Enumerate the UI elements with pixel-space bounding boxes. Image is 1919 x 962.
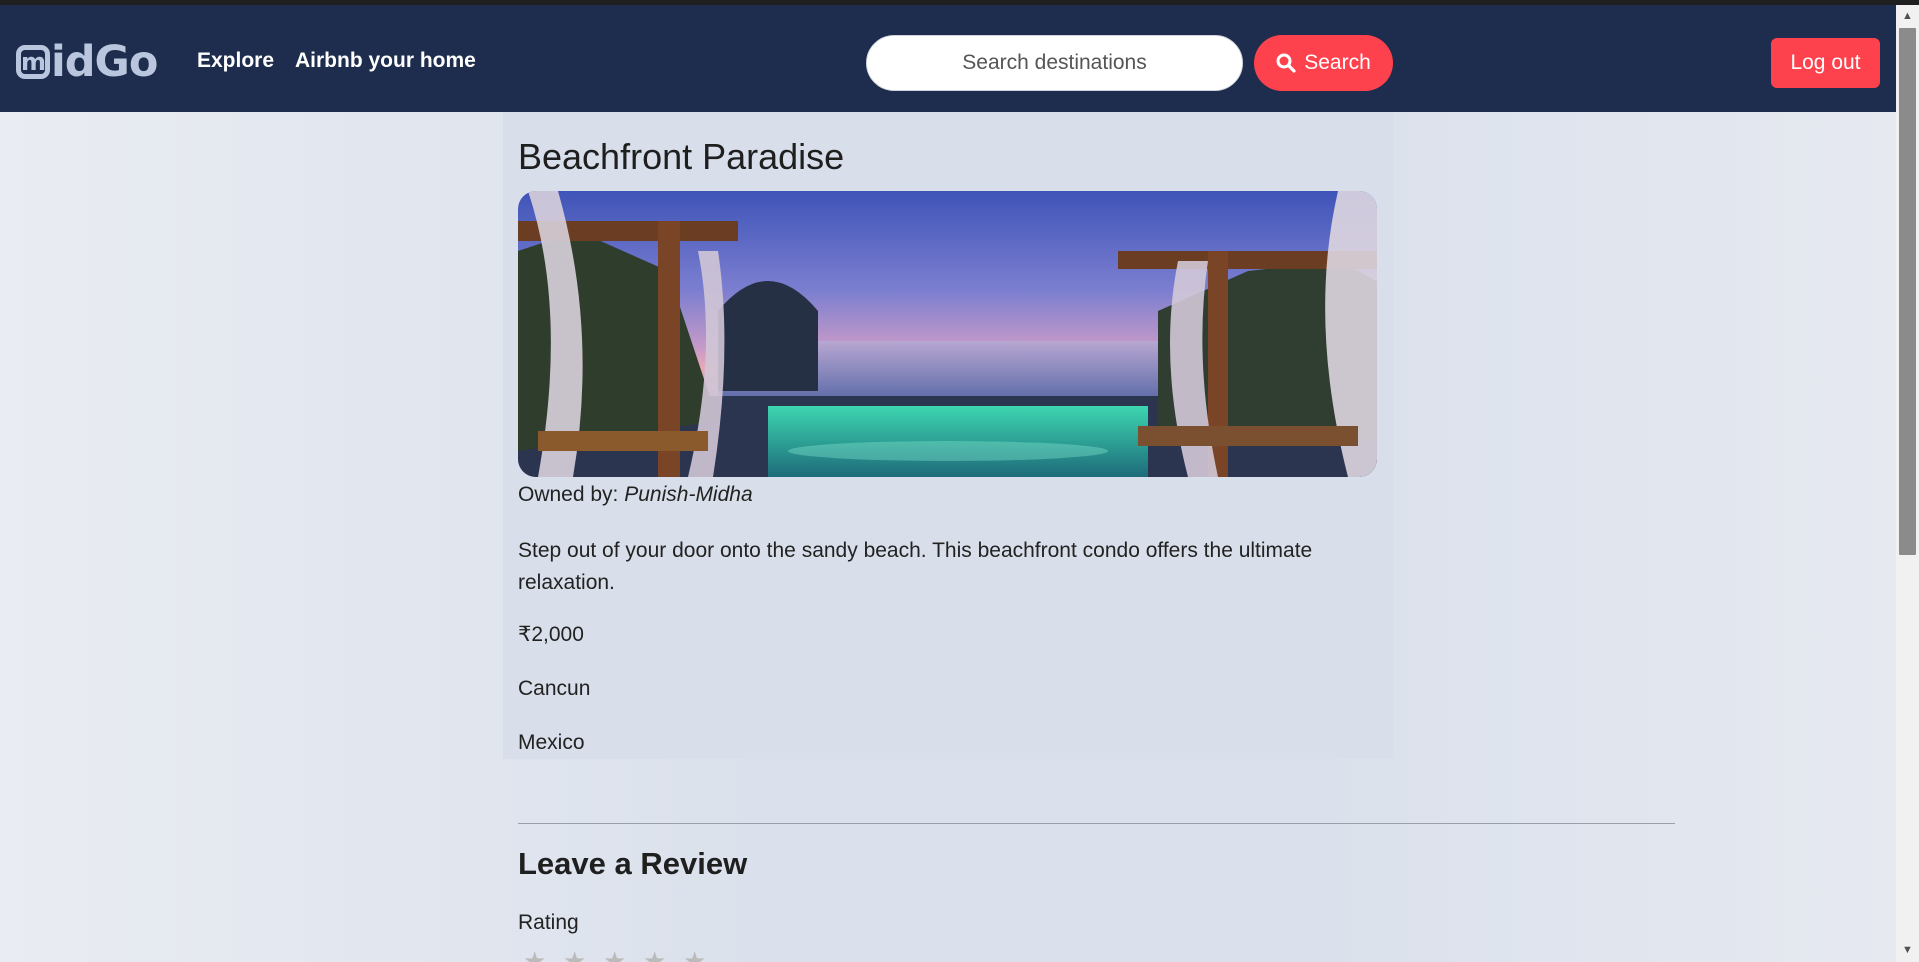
- nav-airbnb-your-home-link[interactable]: Airbnb your home: [295, 49, 476, 73]
- review-heading: Leave a Review: [518, 846, 748, 881]
- section-divider: [518, 823, 1675, 824]
- scrollbar-thumb[interactable]: [1899, 28, 1916, 555]
- listing-image: [518, 191, 1377, 477]
- rating-star-1-icon[interactable]: ★: [523, 948, 549, 962]
- logo-badge-icon: m: [16, 45, 50, 79]
- listing-country: Mexico: [518, 731, 585, 754]
- rating-stars: ★ ★ ★ ★ ★: [523, 948, 709, 962]
- listing-title: Beachfront Paradise: [518, 136, 845, 177]
- logo-text: idGo: [51, 37, 158, 87]
- rating-star-4-icon[interactable]: ★: [643, 948, 669, 962]
- rating-star-3-icon[interactable]: ★: [603, 948, 629, 962]
- listing-location: Cancun: [518, 677, 591, 700]
- logo[interactable]: m idGo: [16, 37, 158, 87]
- rating-label: Rating: [518, 911, 579, 934]
- search-destinations-input[interactable]: [866, 35, 1243, 91]
- listing-description: Step out of your door onto the sandy bea…: [518, 539, 1313, 594]
- search-icon: [1276, 53, 1296, 73]
- listing-owner: Owned by: Punish-Midha: [518, 483, 753, 507]
- scroll-down-arrow-icon[interactable]: ▼: [1899, 942, 1916, 959]
- nav-explore-link[interactable]: Explore: [197, 49, 274, 73]
- scroll-up-arrow-icon[interactable]: ▲: [1899, 8, 1916, 25]
- rating-star-5-icon[interactable]: ★: [683, 948, 709, 962]
- rating-star-2-icon[interactable]: ★: [563, 948, 589, 962]
- owner-label: Owned by:: [518, 483, 619, 506]
- logout-button[interactable]: Log out: [1771, 38, 1880, 88]
- owner-name: Punish-Midha: [624, 483, 753, 506]
- listing-price: ₹2,000: [518, 623, 584, 646]
- search-button[interactable]: Search: [1254, 35, 1393, 91]
- search-button-label: Search: [1304, 51, 1371, 74]
- navbar: midGo Explore Airbnb your home Search Lo…: [0, 5, 1896, 112]
